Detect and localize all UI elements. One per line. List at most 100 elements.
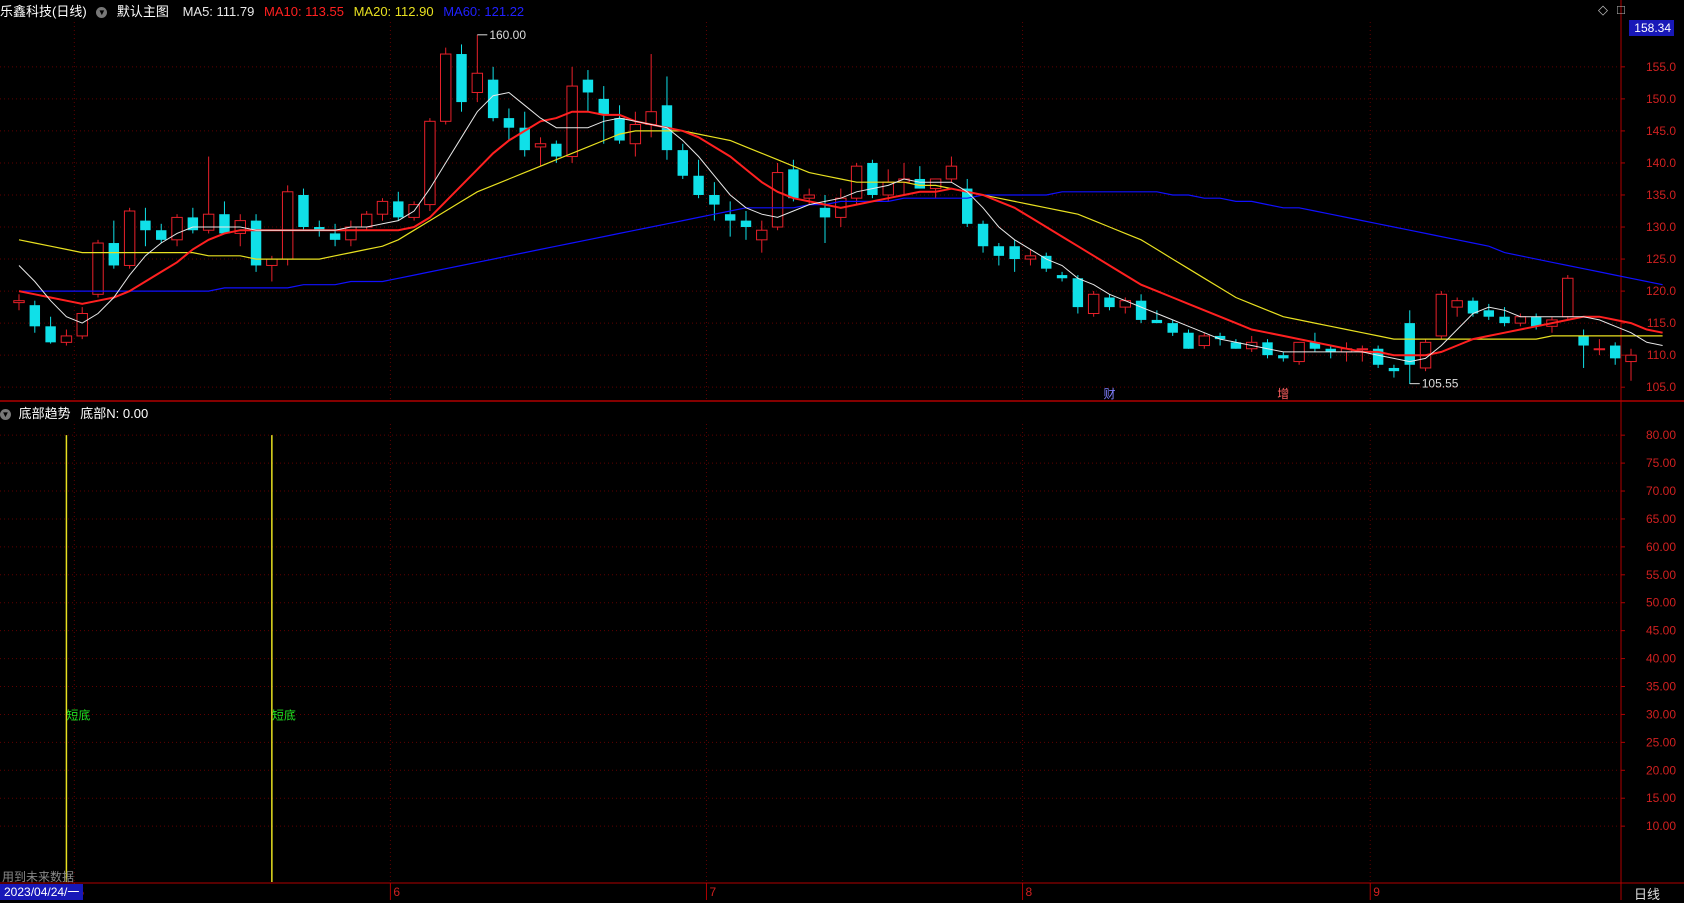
y-tick-label: 60.00 [1646, 540, 1676, 554]
event-marker: 财 [1103, 387, 1115, 401]
y-tick-label: 30.00 [1646, 707, 1676, 721]
y-tick-label: 150.0 [1646, 92, 1676, 106]
y-tick-label: 35.00 [1646, 680, 1676, 694]
current-price-box: 158.34 [1629, 20, 1674, 36]
ma60-label: MA60: 121.22 [443, 4, 525, 19]
candle-down [724, 214, 736, 221]
candle-down [977, 223, 989, 247]
y-tick-label: 155.0 [1646, 60, 1676, 74]
candle-down [329, 233, 341, 240]
candle-up [756, 229, 768, 241]
ma10-line [18, 110, 1663, 357]
ma5-label: MA5: 111.79 [182, 4, 255, 19]
y-tick-label: 55.00 [1646, 568, 1676, 582]
candle-up [1451, 300, 1463, 308]
candle-up [92, 242, 104, 295]
candle-up [60, 335, 73, 343]
candle-up [1356, 348, 1369, 351]
y-tick-label: 40.00 [1646, 652, 1676, 666]
candle-up [645, 111, 657, 126]
sub-chart-header: ▼ 底部趋势 底部N: 0.00 [0, 404, 148, 424]
candle-down [29, 305, 41, 327]
candle-up [534, 143, 547, 148]
candle-up [439, 53, 452, 122]
candle-up [629, 124, 642, 145]
candle-down [1072, 278, 1084, 308]
candle-up [1593, 348, 1606, 351]
main-chart-header: 乐鑫科技(日线) ▼ 默认主图 MA5: 111.79 MA10: 113.55… [0, 2, 530, 22]
y-tick-label: 50.00 [1646, 596, 1676, 610]
candle-down [1388, 367, 1400, 372]
candle-down [709, 194, 720, 205]
candle-down [677, 150, 688, 176]
y-tick-label: 145.0 [1646, 124, 1676, 138]
x-month-label: 7 [709, 885, 716, 899]
candle-down [1056, 275, 1068, 279]
candle-down [1183, 332, 1194, 349]
candle-down [1151, 319, 1163, 324]
candle-down [993, 246, 1005, 256]
square-icon[interactable]: □ [1617, 2, 1625, 17]
main-chart-label[interactable]: 默认主图 [117, 4, 169, 19]
candle-up [376, 200, 389, 215]
y-tick-label: 10.00 [1646, 819, 1676, 833]
y-tick-label: 105.0 [1646, 380, 1676, 394]
candle-up [171, 216, 183, 241]
signal-label: 短底 [272, 707, 296, 722]
ma10-label: MA10: 113.55 [263, 4, 344, 19]
candle-up [13, 300, 25, 304]
candle-down [788, 169, 799, 199]
candle-down [1009, 246, 1020, 260]
candle-down [598, 98, 609, 115]
candle-up [1198, 335, 1211, 347]
y-tick-label: 65.00 [1646, 512, 1676, 526]
crosshair-date-box: 2023/04/24/一 [0, 884, 84, 900]
x-month-label: 9 [1373, 885, 1380, 899]
y-tick-label: 135.0 [1646, 188, 1676, 202]
candle-down [393, 201, 404, 218]
candle-down [503, 118, 515, 128]
candle-down [156, 230, 167, 240]
candle-up [1625, 354, 1637, 363]
candle-down [108, 243, 120, 266]
event-marker: 增 [1277, 387, 1289, 401]
chevron-down-icon[interactable]: ▼ [0, 409, 11, 421]
y-tick-label: 115.0 [1647, 316, 1676, 330]
candle-down [1499, 316, 1510, 324]
candle-up [945, 165, 958, 180]
y-tick-label: 75.00 [1646, 456, 1676, 470]
y-tick-label: 45.00 [1646, 624, 1676, 638]
candle-up [1514, 316, 1527, 324]
indicator-value: 底部N: 0.00 [80, 406, 149, 421]
candle-down [614, 118, 625, 141]
candle-down [1167, 323, 1178, 333]
candle-up [803, 194, 815, 199]
y-tick-label: 130.0 [1646, 220, 1676, 234]
chart-area[interactable]: 105.0 110.0 115.0 120.0 125.0 130.0 135.0 140.0… [0, 0, 1684, 900]
candle-up [360, 213, 373, 228]
candle-down [140, 220, 151, 231]
candle-down [1609, 345, 1621, 359]
y-tick-label: 140.0 [1646, 156, 1676, 170]
candle-up [566, 85, 578, 158]
candle-up [281, 191, 294, 260]
stock-name[interactable]: 乐鑫科技(日线) [0, 4, 87, 19]
candle-down [693, 175, 704, 195]
extreme-price-label: 105.55 [1422, 377, 1459, 391]
candle-up [424, 120, 436, 206]
candle-up [771, 172, 784, 228]
indicator-name[interactable]: 底部趋势 [19, 406, 71, 421]
diamond-icon[interactable]: ◇ [1598, 2, 1608, 18]
period-label[interactable]: 日线 [1634, 884, 1660, 903]
x-month-label: 6 [393, 885, 400, 899]
candle-up [1087, 293, 1100, 315]
candle-down [914, 178, 926, 189]
ma20-line [18, 130, 1663, 340]
chevron-down-icon[interactable]: ▼ [96, 7, 108, 19]
y-tick-label: 80.00 [1646, 428, 1676, 442]
candle-down [456, 54, 467, 103]
future-data-warning: 用到未来数据 [2, 870, 75, 884]
candle-up [202, 213, 215, 231]
y-tick-label: 110.0 [1647, 348, 1676, 362]
extreme-price-label: 160.00 [489, 28, 526, 42]
